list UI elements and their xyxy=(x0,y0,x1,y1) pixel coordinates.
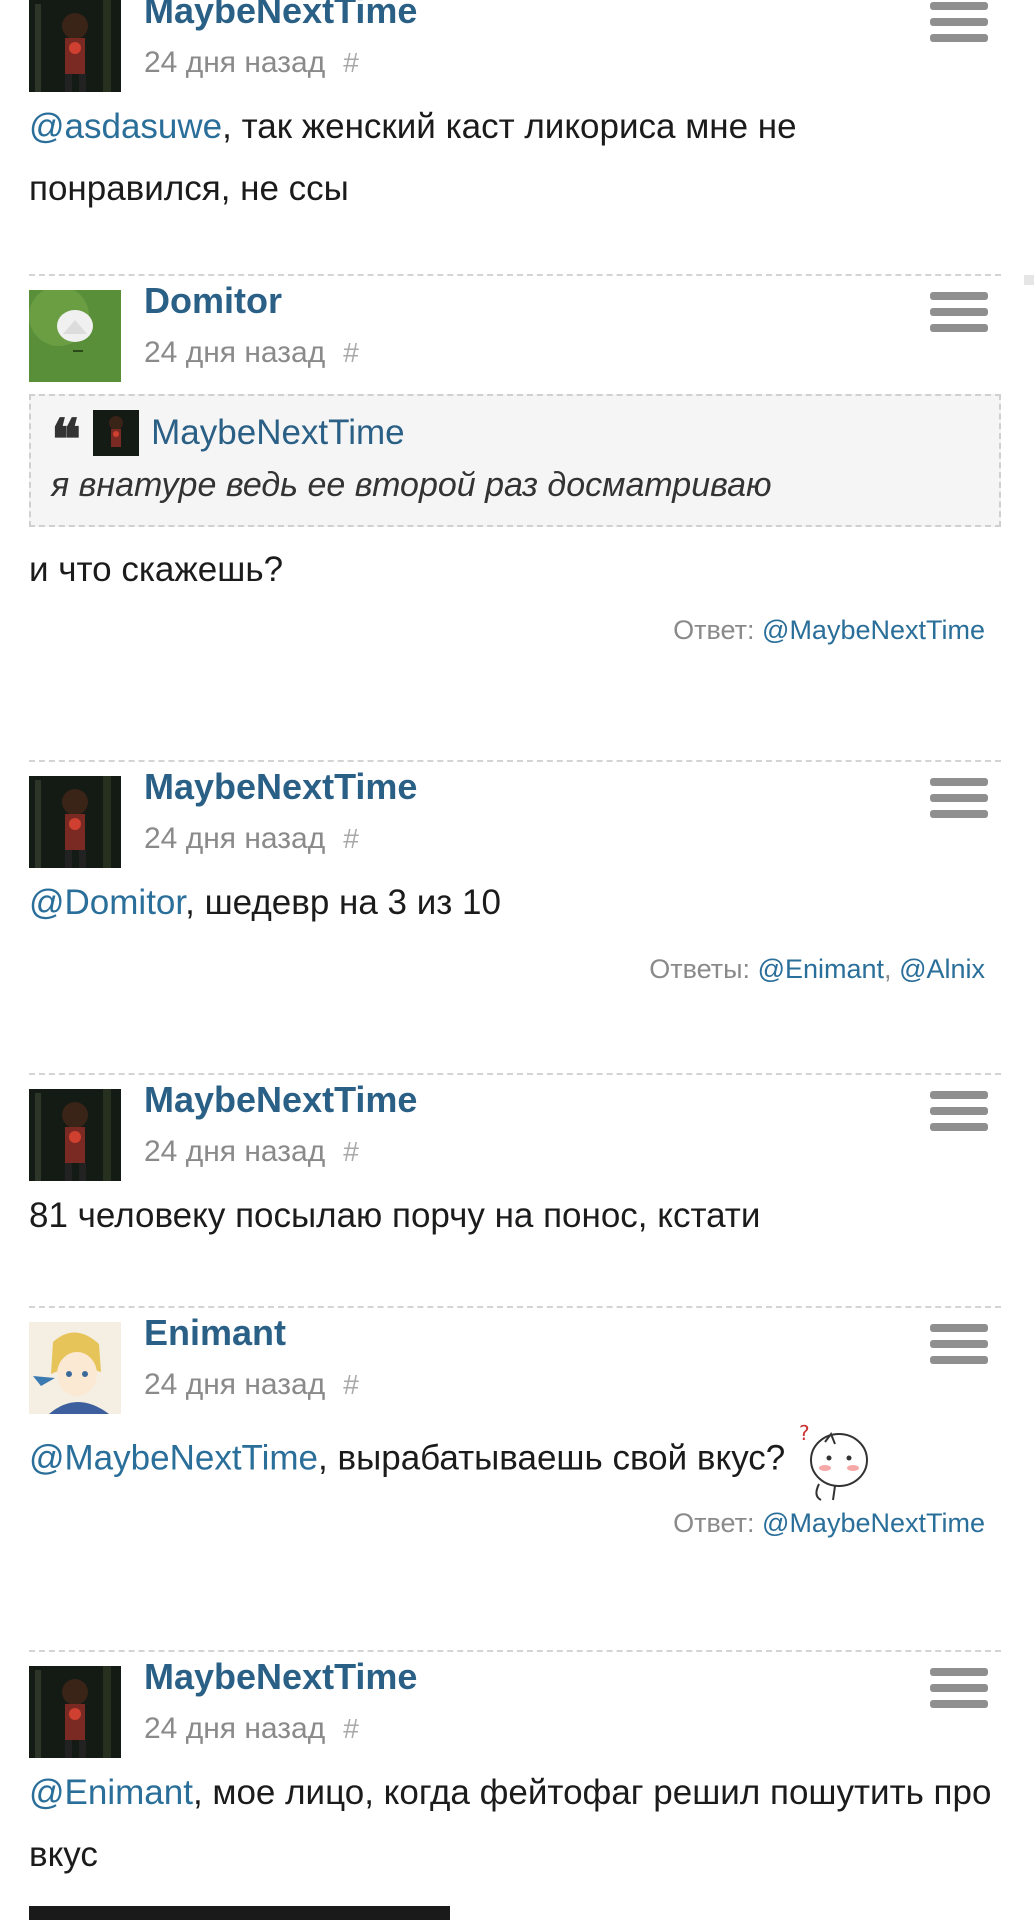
mention-link[interactable]: @Enimant xyxy=(29,1773,193,1812)
mention-link[interactable]: @asdasuwe xyxy=(29,107,222,146)
comment-menu-icon[interactable] xyxy=(930,2,988,48)
comment-time: 24 дня назад # xyxy=(144,822,359,856)
svg-text:?: ? xyxy=(799,1421,810,1445)
permalink-hash[interactable]: # xyxy=(343,1713,359,1744)
comment-item: MaybeNextTime 24 дня назад # @asdasuwe, т… xyxy=(29,0,1001,276)
quote-username[interactable]: MaybeNextTime xyxy=(151,413,405,453)
quote-text: я внатуре ведь ее второй раз досматриваю xyxy=(51,466,772,504)
comment-header: Domitor 24 дня назад # xyxy=(29,278,1001,382)
replies-label: Ответ: xyxy=(673,1508,755,1538)
permalink-hash[interactable]: # xyxy=(343,337,359,368)
replies-line: Ответы: @Enimant, @Alnix xyxy=(29,954,1001,985)
comment-header: Enimant 24 дня назад # xyxy=(29,1310,1001,1414)
mention-link[interactable]: @Domitor xyxy=(29,883,185,922)
quote-block: ❝ MaybeNextTime я внатуре ведь ее второй… xyxy=(29,394,1001,527)
comment-time: 24 дня назад # xyxy=(144,1368,359,1402)
replies-line: Ответ: @MaybeNextTime xyxy=(29,1508,1001,1539)
blush-emoticon-icon: ? xyxy=(795,1418,875,1502)
permalink-hash[interactable]: # xyxy=(343,1136,359,1167)
comment-time: 24 дня назад # xyxy=(144,46,359,80)
permalink-hash[interactable]: # xyxy=(343,823,359,854)
timestamp: 24 дня назад xyxy=(144,822,326,855)
reply-link[interactable]: @Alnix xyxy=(899,954,985,984)
attached-image[interactable] xyxy=(29,1906,450,1920)
comment-item: Domitor 24 дня назад # ❝ MaybeNextTime я … xyxy=(29,278,1001,762)
reply-link[interactable]: @MaybeNextTime xyxy=(762,1508,985,1538)
mention-link[interactable]: @MaybeNextTime xyxy=(29,1438,318,1477)
comment-body: , шедевр на 3 из 10 xyxy=(185,883,501,922)
comment-text: @asdasuwe, так женский каст ликориса мне… xyxy=(29,80,1001,220)
comment-text: @MaybeNextTime, вырабатываешь свой вкус?… xyxy=(29,1402,1001,1502)
timestamp: 24 дня назад xyxy=(144,336,326,369)
username[interactable]: MaybeNextTime xyxy=(144,1656,417,1698)
comment-time: 24 дня назад # xyxy=(144,1712,359,1746)
comment-time: 24 дня назад # xyxy=(144,336,359,370)
timestamp: 24 дня назад xyxy=(144,1368,326,1401)
avatar[interactable] xyxy=(29,776,121,868)
avatar[interactable] xyxy=(29,290,121,382)
comment-header: MaybeNextTime 24 дня назад # xyxy=(29,1654,1001,1758)
comment-header: MaybeNextTime 24 дня назад # xyxy=(29,0,1001,92)
quote-avatar[interactable] xyxy=(93,410,140,456)
quote-mark-icon: ❝ xyxy=(51,407,82,473)
avatar[interactable] xyxy=(29,0,121,92)
permalink-hash[interactable]: # xyxy=(343,47,359,78)
comment-item: MaybeNextTime 24 дня назад # @Enimant, мо… xyxy=(29,1654,1001,1908)
comment-header: MaybeNextTime 24 дня назад # xyxy=(29,1077,1001,1181)
username[interactable]: MaybeNextTime xyxy=(144,766,417,808)
comment-text: @Enimant, мое лицо, когда фейтофаг решил… xyxy=(29,1746,1001,1886)
comment-body: , вырабатываешь свой вкус? xyxy=(318,1438,786,1478)
comment-menu-icon[interactable] xyxy=(930,778,988,824)
replies-line: Ответ: @MaybeNextTime xyxy=(29,615,1001,646)
comment-item: MaybeNextTime 24 дня назад # @Domitor, ше… xyxy=(29,764,1001,1075)
comment-menu-icon[interactable] xyxy=(930,1668,988,1714)
comment-item: MaybeNextTime 24 дня назад # 81 человеку … xyxy=(29,1077,1001,1308)
replies-label: Ответ: xyxy=(673,615,755,645)
comments-feed: MaybeNextTime 24 дня назад # @asdasuwe, т… xyxy=(29,0,1001,1908)
comment-text: и что скажешь? xyxy=(29,550,284,589)
avatar[interactable] xyxy=(29,1322,121,1414)
avatar[interactable] xyxy=(29,1089,121,1181)
username[interactable]: Enimant xyxy=(144,1312,286,1354)
reply-link[interactable]: @MaybeNextTime xyxy=(762,615,985,645)
comment-header: MaybeNextTime 24 дня назад # xyxy=(29,764,1001,868)
comment-menu-icon[interactable] xyxy=(930,1324,988,1370)
username[interactable]: Domitor xyxy=(144,280,282,322)
replies-label: Ответы: xyxy=(649,954,751,984)
comment-text: 81 человеку посылаю порчу на понос, кста… xyxy=(29,1196,761,1235)
reply-link[interactable]: @Enimant xyxy=(758,954,884,984)
timestamp: 24 дня назад xyxy=(144,46,326,79)
avatar[interactable] xyxy=(29,1666,121,1758)
username[interactable]: MaybeNextTime xyxy=(144,0,417,32)
permalink-hash[interactable]: # xyxy=(343,1369,359,1400)
quote-header: ❝ MaybeNextTime xyxy=(51,406,975,468)
comment-item: Enimant 24 дня назад # @MaybeNextTime, вы… xyxy=(29,1310,1001,1652)
comment-menu-icon[interactable] xyxy=(930,1091,988,1137)
scrollbar-thumb[interactable] xyxy=(1024,275,1034,285)
comment-menu-icon[interactable] xyxy=(930,292,988,338)
comment-time: 24 дня назад # xyxy=(144,1135,359,1169)
reply-separator: , xyxy=(884,954,900,984)
timestamp: 24 дня назад xyxy=(144,1712,326,1745)
comment-text: @Domitor, шедевр на 3 из 10 xyxy=(29,856,1001,934)
username[interactable]: MaybeNextTime xyxy=(144,1079,417,1121)
timestamp: 24 дня назад xyxy=(144,1135,326,1168)
